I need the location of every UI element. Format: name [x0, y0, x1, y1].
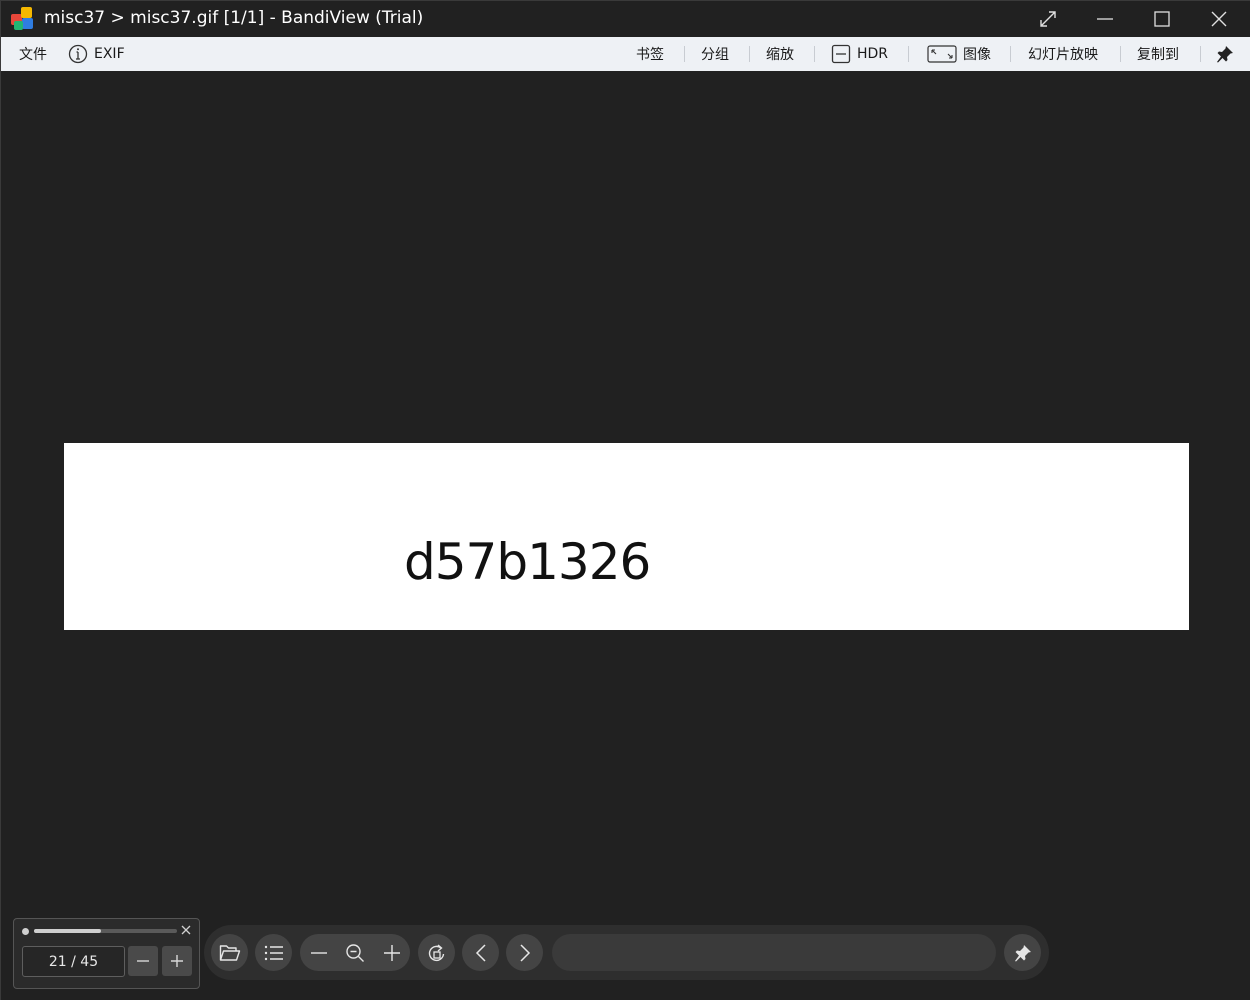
chevron-left-icon	[475, 943, 486, 962]
page-number-field[interactable]: 21 / 45	[22, 946, 125, 977]
menu-image-label: 图像	[963, 47, 991, 63]
pin-icon	[1217, 46, 1233, 63]
pin-icon	[1014, 944, 1031, 961]
page-increment-button[interactable]	[162, 946, 192, 976]
minus-icon	[137, 960, 149, 962]
menu-hdr[interactable]: HDR	[831, 37, 888, 71]
menu-zoom[interactable]: 缩放	[766, 37, 794, 71]
toolbar-input-bar[interactable]	[552, 934, 996, 971]
zoom-out-button[interactable]	[300, 934, 337, 971]
page-navigator-panel: 21 / 45	[13, 918, 200, 989]
menu-exif[interactable]: EXIF	[68, 37, 125, 71]
list-icon	[264, 945, 283, 960]
magnifier-icon	[345, 943, 364, 962]
menu-divider	[684, 46, 685, 62]
close-icon	[1211, 11, 1226, 27]
fullscreen-button[interactable]	[1019, 1, 1076, 37]
menu-image[interactable]: 图像	[927, 37, 991, 71]
rotate-icon	[428, 943, 444, 961]
menu-bar: 文件 EXIF 书签 分组 缩放 HDR 图像 幻灯片放映 复制到	[1, 37, 1250, 71]
close-icon	[181, 925, 191, 935]
plus-icon	[171, 955, 183, 967]
menu-bookmark-label: 书签	[636, 47, 664, 63]
plus-icon	[383, 944, 400, 961]
zoom-fit-button[interactable]	[336, 934, 373, 971]
maximize-icon	[1153, 11, 1170, 27]
title-bar[interactable]: misc37 > misc37.gif [1/1] - BandiView (T…	[1, 1, 1250, 37]
image-viewport[interactable]: d57b1326	[1, 71, 1250, 1000]
displayed-image: d57b1326	[64, 443, 1189, 630]
image-fit-icon	[927, 45, 957, 63]
file-list-button[interactable]	[255, 934, 292, 971]
menu-divider	[1010, 46, 1011, 62]
zoom-controls	[300, 934, 410, 971]
window-title: misc37 > misc37.gif [1/1] - BandiView (T…	[44, 8, 424, 28]
menu-slideshow[interactable]: 幻灯片放映	[1028, 37, 1098, 71]
chevron-right-icon	[519, 943, 530, 962]
menu-exif-label: EXIF	[94, 46, 125, 62]
menu-divider	[1120, 46, 1121, 62]
menu-slideshow-label: 幻灯片放映	[1028, 47, 1098, 63]
previous-button[interactable]	[462, 934, 499, 971]
menu-copy-to-label: 复制到	[1137, 47, 1179, 63]
menu-bookmark[interactable]: 书签	[636, 37, 664, 71]
progress-dot	[22, 928, 29, 935]
menu-copy-to[interactable]: 复制到	[1137, 37, 1179, 71]
menu-file-label: 文件	[19, 47, 47, 63]
bottom-toolbar	[204, 925, 1049, 980]
bandiview-logo-icon	[11, 7, 35, 31]
close-button[interactable]	[1190, 1, 1247, 37]
menu-file[interactable]: 文件	[19, 37, 47, 71]
page-progress-fill	[34, 929, 102, 933]
page-decrement-button[interactable]	[128, 946, 158, 976]
pin-toolbar-button[interactable]	[1004, 934, 1041, 971]
menu-group[interactable]: 分组	[701, 37, 729, 71]
menu-divider	[908, 46, 909, 62]
menu-group-label: 分组	[701, 47, 729, 63]
page-progress-bar[interactable]	[34, 929, 177, 933]
panel-close-button[interactable]	[179, 923, 193, 937]
minimize-button[interactable]	[1076, 1, 1133, 37]
rotate-button[interactable]	[418, 934, 455, 971]
menu-hdr-label: HDR	[857, 46, 889, 62]
open-folder-button[interactable]	[211, 934, 248, 971]
pin-menu-button[interactable]	[1216, 37, 1234, 71]
menu-divider	[814, 46, 815, 62]
minimize-icon	[1096, 18, 1113, 20]
image-content-text: d57b1326	[404, 533, 651, 591]
folder-open-icon	[219, 944, 240, 961]
minus-icon	[310, 951, 327, 954]
zoom-in-button[interactable]	[373, 934, 410, 971]
expand-icon	[1039, 11, 1056, 27]
next-button[interactable]	[506, 934, 543, 971]
maximize-button[interactable]	[1133, 1, 1190, 37]
menu-zoom-label: 缩放	[766, 47, 794, 63]
menu-divider	[1200, 46, 1201, 62]
menu-divider	[749, 46, 750, 62]
bandiview-window: misc37 > misc37.gif [1/1] - BandiView (T…	[0, 0, 1250, 1000]
hdr-icon	[831, 44, 851, 64]
info-icon	[68, 44, 88, 64]
